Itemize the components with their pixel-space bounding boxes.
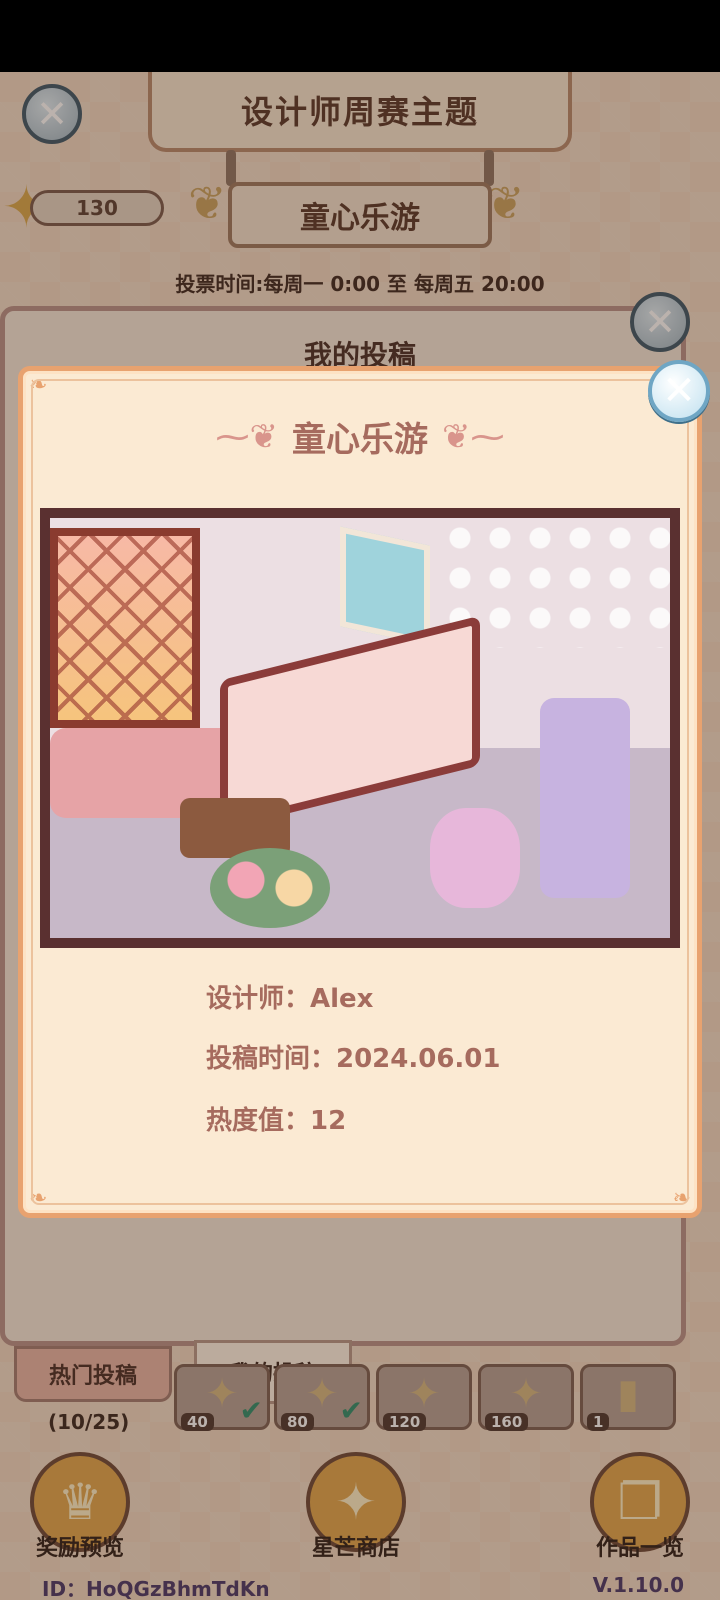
dialog-title-row: ⁓❦ 童心乐游 ❦⁓ xyxy=(0,412,720,461)
corner-ornament-icon: ❧ xyxy=(29,373,48,398)
star-shop-label: 星芒商店 xyxy=(311,1536,400,1561)
chain-left xyxy=(226,150,236,186)
reward-threshold: 120 xyxy=(383,1413,427,1431)
trophy-icon: ♛ xyxy=(57,1473,103,1531)
dialog-title: 童心乐游 xyxy=(292,420,428,460)
theme-name: 童心乐游 xyxy=(300,201,420,236)
flourish-left-icon: ⁓❦ xyxy=(215,416,279,457)
plush-toy xyxy=(430,808,520,908)
reward-slot[interactable]: ✦ 160 xyxy=(478,1364,574,1431)
status-bar xyxy=(0,0,720,72)
book-icon: ❐ xyxy=(617,1473,663,1531)
book-icon: ▮ xyxy=(616,1371,639,1417)
submission-artwork xyxy=(40,508,680,948)
reward-slot[interactable]: ✦ 80 ✔ xyxy=(274,1364,370,1431)
reward-threshold: 160 xyxy=(485,1413,529,1431)
submit-time-info: 投稿时间：2024.06.01 xyxy=(206,1044,501,1074)
designer-info: 设计师：Alex xyxy=(206,984,374,1014)
version-label: V.1.10.0 xyxy=(592,1573,684,1597)
reward-threshold: 1 xyxy=(587,1413,610,1431)
tab-hot-submissions[interactable]: 热门投稿 xyxy=(14,1346,172,1402)
cat-tower xyxy=(540,698,630,898)
reward-slot[interactable]: ▮ 1 xyxy=(580,1364,676,1431)
star-icon: ✦ xyxy=(335,1473,377,1531)
check-icon: ✔ xyxy=(339,1394,363,1427)
player-id: ID：HoQGzBhmTdKn xyxy=(42,1577,270,1600)
works-list-label: 作品一览 xyxy=(595,1536,684,1561)
corner-ornament-icon: ❧ xyxy=(672,1186,691,1211)
theme-banner: 童心乐游 xyxy=(228,182,492,248)
star-count: 130 xyxy=(76,196,118,220)
page-title-plaque: 设计师周赛主题 xyxy=(148,72,572,152)
star-counter: 130 xyxy=(30,190,164,226)
reward-threshold: 80 xyxy=(281,1413,314,1431)
star-icon: ✦ xyxy=(509,1371,543,1417)
flower-bouquet xyxy=(210,848,330,928)
star-icon: ✦ xyxy=(407,1371,441,1417)
progress-count: (10/25) xyxy=(48,1410,130,1434)
flourish-right-icon: ❦⁓ xyxy=(442,416,505,457)
reward-slot[interactable]: ✦ 120 xyxy=(376,1364,472,1431)
reward-threshold: 40 xyxy=(181,1413,214,1431)
back-close-icon[interactable]: ✕ xyxy=(22,84,82,144)
vote-time: 投票时间:每周一 0:00 至 每周五 20:00 xyxy=(175,272,545,296)
check-icon: ✔ xyxy=(239,1394,263,1427)
corner-ornament-icon: ❧ xyxy=(29,1186,48,1211)
room-window xyxy=(50,528,200,728)
reward-preview-label: 奖励预览 xyxy=(35,1536,124,1561)
popularity-info: 热度值：12 xyxy=(206,1106,347,1136)
room-illustration xyxy=(50,518,670,938)
scroll-ornament-left-icon: ❦ xyxy=(188,176,227,230)
page-title: 设计师周赛主题 xyxy=(240,93,479,131)
wall-painting xyxy=(340,526,430,646)
panel-close-icon[interactable]: ✕ xyxy=(630,292,690,352)
reward-slot[interactable]: ✦ 40 ✔ xyxy=(174,1364,270,1431)
